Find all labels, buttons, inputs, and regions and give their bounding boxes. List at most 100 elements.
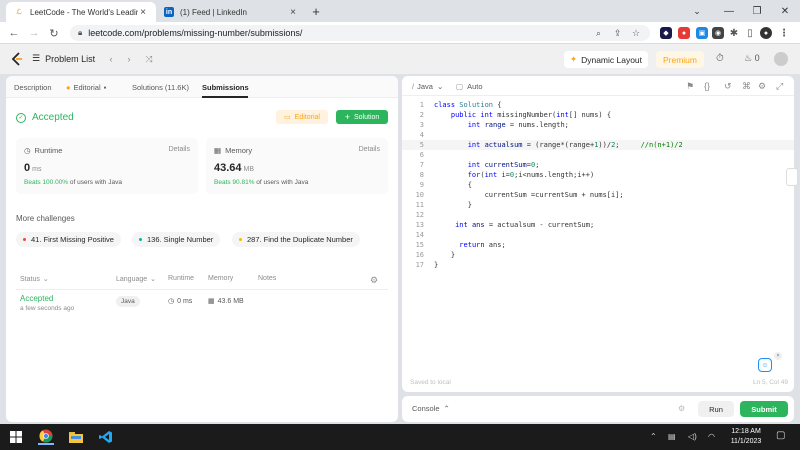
submit-button[interactable]: Submit xyxy=(740,401,788,417)
extension-icon[interactable]: ● xyxy=(678,27,690,39)
share-icon[interactable]: ⇪ xyxy=(614,25,622,41)
code-icon: / xyxy=(412,82,415,91)
language-column-header[interactable]: Language ⌄ xyxy=(116,275,156,284)
braces-icon[interactable]: {} xyxy=(704,81,710,91)
video-icon: ▪ xyxy=(103,83,107,92)
runtime-column-header: Runtime xyxy=(168,275,195,282)
new-tab-button[interactable]: + xyxy=(306,0,326,22)
memory-card[interactable]: ▦ Memory Details 43.64 MB Beats 90.81% of… xyxy=(206,138,388,194)
timer-icon[interactable]: ⏱ xyxy=(716,53,724,64)
zoom-icon[interactable]: ⌕ xyxy=(596,25,601,41)
prev-problem-button[interactable]: ‹ xyxy=(104,52,118,66)
reload-button[interactable]: ↻ xyxy=(46,25,62,41)
row-status-link[interactable]: Accepted xyxy=(20,294,53,303)
problem-list-button[interactable]: ☰ Problem List xyxy=(32,53,95,64)
settings-gear-icon[interactable]: ⚙ xyxy=(758,81,766,92)
leetcode-logo-icon[interactable] xyxy=(10,52,24,66)
code-area[interactable]: 1 class Solution { 2 public int missingNu… xyxy=(402,100,794,370)
auto-mode-toggle[interactable]: ▢ Auto xyxy=(456,82,483,91)
network-icon[interactable]: ▤ xyxy=(668,432,676,441)
code-line: 7 int currentSum=0; xyxy=(419,161,540,169)
code-line: 9 { xyxy=(419,181,472,189)
console-toggle[interactable]: Console ⌃ xyxy=(412,404,450,413)
forward-button[interactable]: → xyxy=(26,25,42,41)
file-explorer-icon[interactable] xyxy=(68,429,84,445)
memory-details-link[interactable]: Details xyxy=(359,146,380,153)
code-line: 3 int range = nums.length; xyxy=(419,121,569,129)
close-tab-icon[interactable]: × xyxy=(288,7,298,18)
debug-gear-icon[interactable]: ⚙ xyxy=(678,404,685,413)
challenge-chip[interactable]: 136. Single Number xyxy=(132,232,221,247)
next-problem-button[interactable]: › xyxy=(122,52,136,66)
side-panel-icon[interactable]: ▯ xyxy=(744,27,756,39)
settings-gear-icon[interactable]: ⚙ xyxy=(370,275,378,286)
runtime-value: 0 ms xyxy=(24,162,42,174)
problem-tabs: Description ● Editorial ▪ Solutions (11.… xyxy=(6,76,398,98)
tab-search-chevron-icon[interactable]: ⌄ xyxy=(680,0,714,22)
difficulty-dot-icon xyxy=(139,238,142,241)
browser-tab-leetcode[interactable]: ℒ LeetCode - The World's Leading × xyxy=(6,2,156,22)
chrome-icon[interactable] xyxy=(38,429,54,445)
leetcode-favicon-icon: ℒ xyxy=(16,9,22,16)
fullscreen-icon[interactable]: ⤢ xyxy=(776,81,783,92)
feedback-chat-icon[interactable]: ☺ xyxy=(758,358,772,372)
browser-menu-icon[interactable]: ⋮ xyxy=(778,27,790,39)
cursor-position: Ln 5, Col 49 xyxy=(752,379,788,386)
code-line: 6 xyxy=(419,151,424,159)
extension-icon[interactable]: ◉ xyxy=(712,27,724,39)
close-icon[interactable]: × xyxy=(774,352,782,360)
challenge-chip[interactable]: 287. Find the Duplicate Number xyxy=(232,232,360,247)
url-text: leetcode.com/problems/missing-number/sub… xyxy=(88,28,303,38)
vscode-icon[interactable] xyxy=(98,429,114,445)
runtime-card[interactable]: ◷ Runtime Details 0 ms Beats 100.00% of u… xyxy=(16,138,198,194)
code-line: 12 xyxy=(415,211,424,219)
tab-editorial[interactable]: ● Editorial ▪ xyxy=(66,83,106,92)
bookmark-star-icon[interactable]: ☆ xyxy=(632,25,640,41)
notification-center-icon[interactable]: ▢ xyxy=(776,430,785,441)
tab-description[interactable]: Description xyxy=(14,83,52,92)
wifi-icon[interactable]: ◠ xyxy=(708,432,715,441)
extensions-puzzle-icon[interactable]: ✱ xyxy=(728,27,740,39)
shortcuts-icon[interactable]: ⌘ xyxy=(742,81,751,92)
browser-tab-linkedin[interactable]: in (1) Feed | LinkedIn × xyxy=(156,2,306,22)
clock-icon: ◷ xyxy=(24,146,31,155)
challenge-chip[interactable]: 41. First Missing Positive xyxy=(16,232,121,247)
bookmark-icon[interactable]: ⚑ xyxy=(686,81,694,92)
status-column-header[interactable]: Status ⌄ xyxy=(20,275,49,284)
editorial-button[interactable]: ▭ Editorial xyxy=(276,110,328,124)
tab-submissions[interactable]: Submissions xyxy=(202,83,249,92)
tab-solutions[interactable]: Solutions (11.6K) xyxy=(132,83,189,92)
post-solution-button[interactable]: + Solution xyxy=(336,110,388,124)
memory-value: 43.64 MB xyxy=(214,162,255,174)
volume-icon[interactable]: ◁) xyxy=(688,432,697,441)
extension-icon[interactable]: ◆ xyxy=(660,27,672,39)
clock-icon: ◷ xyxy=(168,298,175,305)
row-time: a few seconds ago xyxy=(20,305,75,312)
difficulty-dot-icon xyxy=(239,238,242,241)
run-button[interactable]: Run xyxy=(698,401,734,417)
user-avatar[interactable] xyxy=(774,52,788,66)
windows-start-icon[interactable] xyxy=(8,429,24,445)
premium-button[interactable]: Premium xyxy=(656,51,704,68)
tray-overflow-icon[interactable]: ⌃ xyxy=(650,432,657,441)
address-bar[interactable]: 🔒︎ leetcode.com/problems/missing-number/… xyxy=(70,25,650,41)
language-selector[interactable]: / Java ⌄ xyxy=(412,82,443,91)
code-line: 2 public int missingNumber(int[] nums) { xyxy=(419,111,612,119)
reset-icon[interactable]: ↺ xyxy=(724,81,732,92)
extension-icon[interactable]: ▣ xyxy=(696,27,708,39)
side-panel-toggle[interactable] xyxy=(786,168,798,186)
close-window-button[interactable]: ✕ xyxy=(768,0,800,22)
code-line: 16 } xyxy=(415,251,456,259)
runtime-details-link[interactable]: Details xyxy=(169,146,190,153)
back-button[interactable]: ← xyxy=(6,25,22,41)
shuffle-icon[interactable]: ⤨ xyxy=(142,52,156,66)
table-divider xyxy=(16,289,388,290)
dynamic-layout-button[interactable]: ✦ Dynamic Layout xyxy=(564,51,648,68)
code-line: 14 xyxy=(415,231,424,239)
check-circle-icon: ✓ xyxy=(16,112,26,123)
notifications[interactable]: ♨ 0 xyxy=(744,53,760,64)
system-clock[interactable]: 12:18 AM 11/1/2023 xyxy=(724,427,768,447)
close-tab-icon[interactable]: × xyxy=(138,7,148,18)
profile-avatar[interactable]: ● xyxy=(760,27,772,39)
list-icon: ☰ xyxy=(32,53,41,63)
